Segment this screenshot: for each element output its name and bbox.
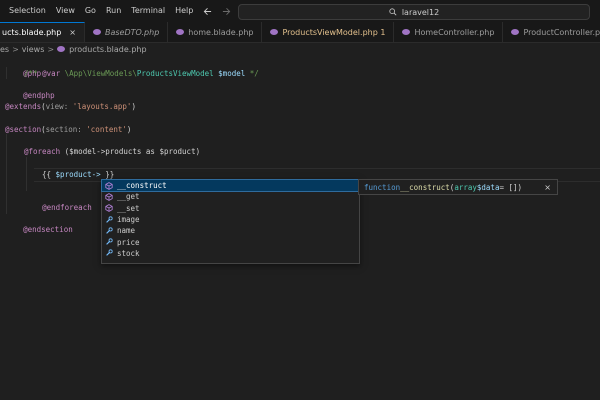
chevron-right-icon: > <box>47 44 55 54</box>
property-icon <box>106 215 113 223</box>
breadcrumb-item-file[interactable]: products.blade.php <box>69 45 146 54</box>
tab-home-blade[interactable]: home.blade.php <box>168 22 263 42</box>
tab-label: BaseDTO.php <box>105 27 160 37</box>
breadcrumb: es > views > products.blade.php <box>0 42 600 56</box>
foreach-expression: ($model->products as $product) <box>60 147 201 156</box>
blade-directive: @endforeach <box>42 203 92 212</box>
echo-close: }} <box>100 170 115 179</box>
menu-help[interactable]: Help <box>170 0 198 22</box>
doc-tag: @var <box>42 69 61 78</box>
title-bar: Selection View Go Run Terminal Help lara… <box>0 0 600 22</box>
tab-label: ucts.blade.php <box>2 28 62 37</box>
method-icon <box>105 181 113 190</box>
menu-selection[interactable]: Selection <box>4 0 51 22</box>
close-icon[interactable]: × <box>544 183 551 192</box>
suggestion-item[interactable]: __get <box>102 191 359 202</box>
class-name: ProductsViewModel <box>136 69 214 78</box>
suggestion-label: __construct <box>117 181 167 191</box>
php-file-icon <box>511 29 520 35</box>
method-icon <box>105 193 113 201</box>
tab-label: ProductController.php <box>523 27 600 37</box>
breadcrumb-item-resources[interactable]: es <box>0 45 9 54</box>
suggestion-label: stock <box>117 248 140 258</box>
code-line-7: @section(section: 'content') <box>5 124 131 135</box>
php-file-icon <box>93 29 101 35</box>
autocomplete-suggest-widget: __construct __get __set image name price… <box>101 178 360 264</box>
tab-label: ProductsViewModel.php 1 <box>282 27 386 37</box>
suggestion-item[interactable]: image <box>102 214 359 225</box>
property-icon <box>106 249 113 257</box>
menu-go[interactable]: Go <box>80 0 101 22</box>
property-icon <box>106 227 113 234</box>
php-file-icon <box>176 29 185 35</box>
suggestion-details-pane: function __construct(array $data = []) × <box>358 179 558 195</box>
menu-run[interactable]: Run <box>101 0 126 22</box>
menu-bar: Selection View Go Run Terminal Help <box>0 0 198 22</box>
string-literal: 'layouts.app' <box>72 102 132 111</box>
navigation-arrows <box>203 0 231 22</box>
blade-directive: @endphp <box>23 91 55 100</box>
command-center-search[interactable]: laravel12 <box>238 4 590 20</box>
menu-terminal[interactable]: Terminal <box>126 0 170 22</box>
tab-homecontroller[interactable]: HomeController.php <box>394 22 504 42</box>
tab-label: HomeController.php <box>414 27 495 37</box>
string-literal: 'content' <box>86 125 127 134</box>
suggestion-label: price <box>117 237 140 247</box>
blade-directive: @section <box>5 125 42 134</box>
suggestion-label: image <box>117 215 140 225</box>
indent-guide <box>26 157 27 191</box>
details-param-name: $data <box>476 182 500 192</box>
menu-view[interactable]: View <box>51 0 80 22</box>
tab-productsviewmodel[interactable]: ProductsViewModel.php 1 <box>262 22 395 42</box>
tab-basedto[interactable]: BaseDTO.php <box>85 22 169 42</box>
comment-text: */ <box>245 69 259 78</box>
close-icon[interactable]: × <box>69 28 76 37</box>
code-line-5: @extends(view: 'layouts.app') <box>5 101 136 112</box>
suggestion-item[interactable]: stock <box>102 248 359 259</box>
php-file-icon <box>270 29 279 35</box>
method-icon <box>105 204 113 213</box>
details-default: = []) <box>499 182 523 192</box>
variable: $product-> <box>55 170 101 179</box>
comment-text: /** <box>24 69 43 78</box>
workspace-name: laravel12 <box>401 7 440 17</box>
php-file-icon <box>402 29 411 35</box>
php-file-icon <box>57 46 66 52</box>
back-arrow-icon[interactable] <box>203 7 212 16</box>
suggestion-label: __set <box>117 203 140 213</box>
suggestion-label: name <box>117 226 136 236</box>
suggestion-item[interactable]: __construct <box>101 178 360 193</box>
param-hint: section: <box>45 125 87 134</box>
code-line-14: @endsection <box>5 213 73 246</box>
comment-text: \App\ViewModels\ <box>60 69 137 78</box>
property-icon <box>106 238 113 245</box>
suggestion-label: __get <box>117 192 140 202</box>
suggestion-item[interactable]: name <box>102 225 359 236</box>
echo-open: {{ <box>42 170 56 179</box>
forward-arrow-icon[interactable] <box>222 7 231 16</box>
paren: ) <box>126 125 132 134</box>
search-icon <box>389 8 397 16</box>
indent-guide <box>6 134 7 214</box>
tab-label: home.blade.php <box>188 27 254 37</box>
suggestion-item[interactable]: __set <box>102 203 359 214</box>
code-line-9: @foreach ($model->products as $product) <box>24 146 200 157</box>
code-line-2: /** @var \App\ViewModels\ProductsViewMod… <box>24 68 259 79</box>
variable: $model <box>213 69 246 78</box>
suggestion-item[interactable]: price <box>102 236 359 247</box>
blade-directive: @foreach <box>24 147 61 156</box>
breadcrumb-item-views[interactable]: views <box>22 45 45 54</box>
details-function-name: __construct <box>400 182 450 192</box>
tab-productcontroller[interactable]: ProductController.php <box>503 22 600 42</box>
editor-tabs: ucts.blade.php × BaseDTO.php home.blade.… <box>0 22 600 43</box>
tab-products-blade[interactable]: ucts.blade.php × <box>0 22 85 42</box>
details-keyword: function <box>364 182 401 192</box>
blade-directive: @extends <box>5 102 42 111</box>
chevron-right-icon: > <box>12 44 19 54</box>
paren: ) <box>131 102 136 111</box>
param-hint: view: <box>45 102 73 111</box>
details-param-type: array <box>454 182 477 192</box>
blade-directive: @endsection <box>23 225 73 234</box>
